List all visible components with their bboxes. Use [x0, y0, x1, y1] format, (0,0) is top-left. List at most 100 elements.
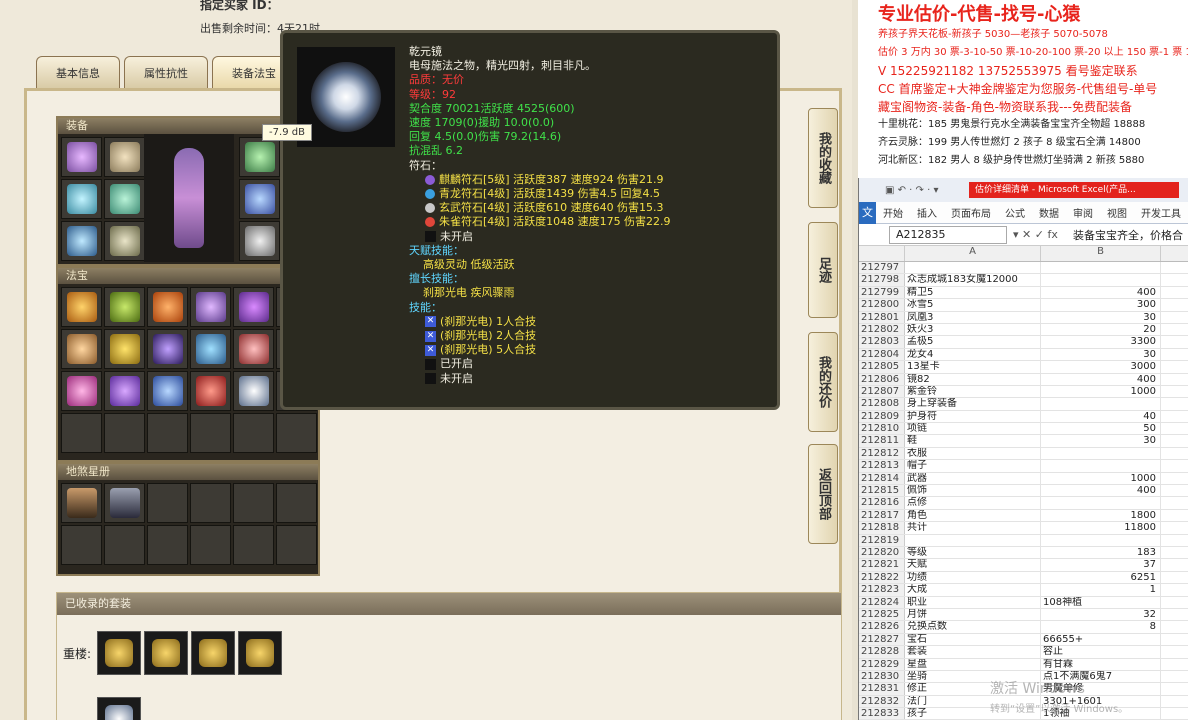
row-number[interactable]: 212801 — [859, 311, 905, 323]
equip-slot[interactable] — [104, 137, 145, 177]
fabao-slot[interactable] — [61, 413, 102, 453]
row-number[interactable]: 212832 — [859, 695, 905, 708]
cell-b[interactable] — [1041, 274, 1161, 286]
ribbon-tab[interactable]: 开发工具 — [1141, 205, 1181, 220]
equip-slot[interactable] — [239, 137, 280, 177]
cell-a[interactable]: 镜82 — [905, 373, 1041, 385]
row-number[interactable]: 212824 — [859, 596, 905, 608]
cell-a[interactable]: 点修 — [905, 497, 1041, 509]
row-number[interactable]: 212817 — [859, 509, 905, 522]
fabao-slot[interactable] — [190, 413, 231, 453]
cell-a[interactable]: 鞋 — [905, 435, 1041, 447]
row-number[interactable]: 212827 — [859, 633, 905, 646]
row-number[interactable]: 212809 — [859, 410, 905, 423]
fabao-slot[interactable] — [233, 371, 274, 411]
fabao-slot[interactable] — [147, 329, 188, 369]
cell-b[interactable]: 300 — [1041, 299, 1161, 311]
equip-slot[interactable] — [239, 179, 280, 219]
row-number[interactable]: 212804 — [859, 348, 905, 361]
cell-a[interactable]: 13星卡 — [905, 361, 1041, 373]
cell-b[interactable]: 容止 — [1041, 646, 1161, 658]
ribbon-tab[interactable]: 插入 — [917, 205, 937, 220]
cell-a[interactable]: 功绩 — [905, 571, 1041, 584]
cell-a[interactable]: 大成 — [905, 584, 1041, 596]
row-number[interactable]: 212813 — [859, 460, 905, 472]
cell-b[interactable]: 183 — [1041, 546, 1161, 559]
star-card-slot[interactable] — [147, 525, 188, 565]
cell-b[interactable] — [1041, 460, 1161, 472]
column-header-a[interactable]: A — [905, 246, 1041, 261]
row-number[interactable]: 212820 — [859, 546, 905, 559]
cell-b[interactable]: 1800 — [1041, 509, 1161, 522]
fabao-slot[interactable] — [233, 329, 274, 369]
fabao-slot[interactable] — [104, 329, 145, 369]
row-number[interactable]: 212826 — [859, 621, 905, 633]
row-number[interactable]: 212828 — [859, 646, 905, 658]
cell-a[interactable]: 精卫5 — [905, 286, 1041, 299]
cell-b[interactable]: 1000 — [1041, 472, 1161, 485]
cell-b[interactable]: 6251 — [1041, 571, 1161, 584]
formula-buttons[interactable]: ▾ ✕ ✓ fx — [1013, 228, 1059, 241]
cell-a[interactable]: 套装 — [905, 646, 1041, 658]
row-number[interactable]: 212797 — [859, 262, 905, 274]
cell-b[interactable]: 20 — [1041, 323, 1161, 336]
star-card-slot[interactable] — [233, 483, 274, 523]
cell-a[interactable]: 帽子 — [905, 460, 1041, 472]
cell-b[interactable]: 30 — [1041, 435, 1161, 447]
cell-b[interactable]: 400 — [1041, 373, 1161, 385]
cell-b[interactable] — [1041, 497, 1161, 509]
row-number[interactable]: 212807 — [859, 385, 905, 398]
cell-b[interactable]: 30 — [1041, 311, 1161, 323]
equip-slot[interactable] — [239, 221, 280, 261]
ribbon-tab-file[interactable]: 文件 — [859, 201, 876, 241]
equip-slot[interactable] — [61, 137, 102, 177]
fabao-slot[interactable] — [104, 371, 145, 411]
ribbon-tab[interactable]: 视图 — [1107, 205, 1127, 220]
cell-b[interactable]: 32 — [1041, 608, 1161, 621]
cell-a[interactable]: 项链 — [905, 423, 1041, 435]
ribbon-tab[interactable]: 公式 — [1005, 205, 1025, 220]
cell-b[interactable]: 400 — [1041, 485, 1161, 497]
cell-a[interactable]: 武器 — [905, 472, 1041, 485]
cell-b[interactable]: 108神植 — [1041, 596, 1161, 608]
my-bargain-button[interactable]: 我的还价 — [808, 332, 838, 432]
fabao-slot[interactable] — [61, 371, 102, 411]
row-number[interactable]: 212798 — [859, 274, 905, 286]
row-number[interactable]: 212833 — [859, 708, 905, 720]
cell-b[interactable]: 3000 — [1041, 361, 1161, 373]
cell-a[interactable]: 角色 — [905, 509, 1041, 522]
cell-a[interactable]: 身上穿装备 — [905, 398, 1041, 410]
fabao-slot[interactable] — [190, 371, 231, 411]
row-number[interactable]: 212805 — [859, 361, 905, 373]
quick-access-toolbar[interactable]: ▣ ↶ · ↷ · ▾ — [885, 185, 938, 196]
row-number[interactable]: 212802 — [859, 323, 905, 336]
star-card-slot[interactable] — [190, 525, 231, 565]
fabao-slot[interactable] — [104, 287, 145, 327]
cell-b[interactable]: 50 — [1041, 423, 1161, 435]
star-card-slot[interactable] — [276, 483, 317, 523]
cell-b[interactable]: 11800 — [1041, 522, 1161, 534]
ribbon-tab[interactable]: 开始 — [883, 205, 903, 220]
row-number[interactable]: 212823 — [859, 584, 905, 596]
cell-a[interactable]: 众志成城183女魔12000 — [905, 274, 1041, 286]
footprint-button[interactable]: 足迹 — [808, 222, 838, 318]
fabao-slot[interactable] — [233, 287, 274, 327]
tab-basic-info[interactable]: 基本信息 — [36, 56, 120, 88]
cell-a[interactable]: 天赋 — [905, 559, 1041, 571]
cell-a[interactable]: 妖火3 — [905, 323, 1041, 336]
cell-a[interactable]: 衣服 — [905, 447, 1041, 460]
cell-b[interactable]: 40 — [1041, 410, 1161, 423]
row-number[interactable]: 212803 — [859, 336, 905, 348]
row-number[interactable]: 212810 — [859, 423, 905, 435]
cell-b[interactable]: 400 — [1041, 286, 1161, 299]
star-card-slot[interactable] — [61, 483, 102, 523]
cell-a[interactable]: 凤凰3 — [905, 311, 1041, 323]
ribbon-tab[interactable]: 页面布局 — [951, 205, 991, 220]
fabao-slot[interactable] — [147, 371, 188, 411]
cell-a[interactable]: 紫金铃 — [905, 385, 1041, 398]
fabao-slot[interactable] — [104, 413, 145, 453]
row-number[interactable]: 212806 — [859, 373, 905, 385]
cell-b[interactable]: 37 — [1041, 559, 1161, 571]
cell-a[interactable] — [905, 262, 1041, 274]
cell-a[interactable]: 佩饰 — [905, 485, 1041, 497]
